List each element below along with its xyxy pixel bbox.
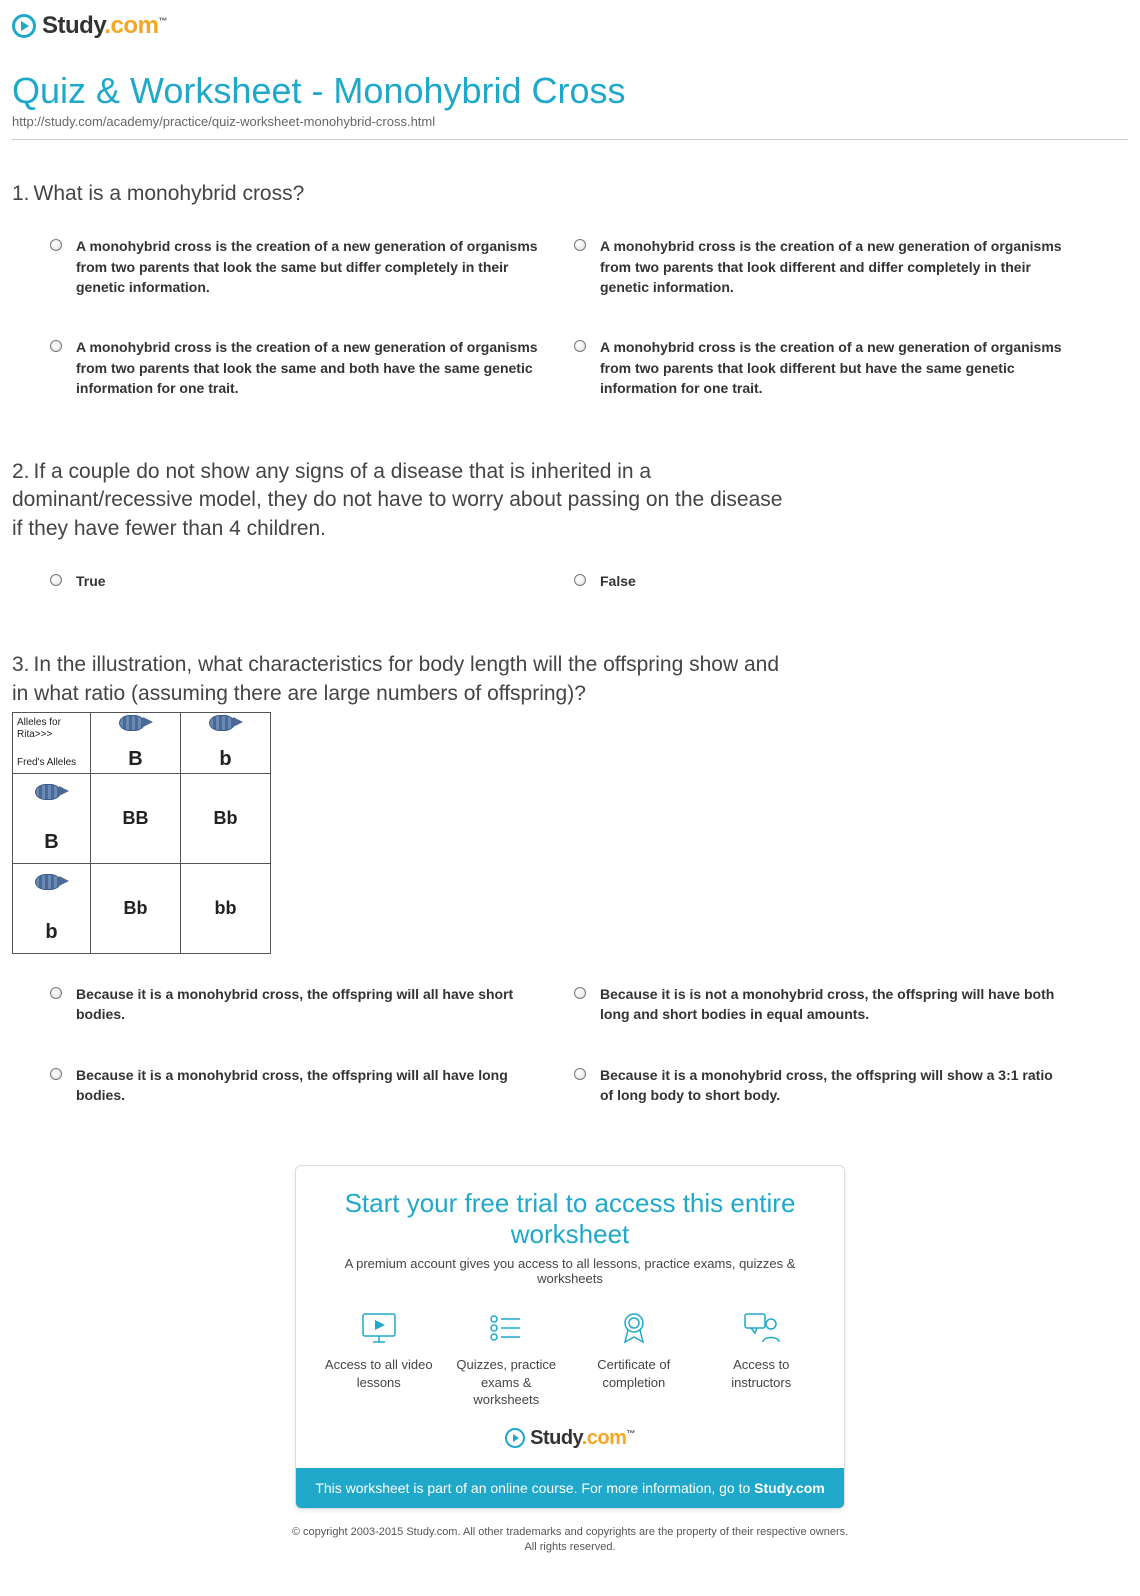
page-url: http://study.com/academy/practice/quiz-w… [12, 114, 1128, 129]
radio-icon [574, 239, 586, 251]
divider [12, 139, 1128, 140]
radio-icon [50, 987, 62, 999]
radio-icon [574, 1068, 586, 1080]
radio-icon [574, 574, 586, 586]
feature-video-lessons: Access to all video lessons [320, 1310, 438, 1409]
question-1: 1.What is a monohybrid cross? A monohybr… [12, 180, 1128, 398]
radio-icon [50, 340, 62, 352]
q3-option-d[interactable]: Because it is a monohybrid cross, the of… [574, 1065, 1068, 1106]
punnett-row-B: B [13, 774, 91, 864]
q3-option-a[interactable]: Because it is a monohybrid cross, the of… [50, 984, 544, 1025]
option-label: Because it is a monohybrid cross, the of… [76, 984, 544, 1025]
punnett-cell: Bb [181, 774, 271, 864]
punnett-cell: Bb [91, 864, 181, 954]
option-label: Because it is is not a monohybrid cross,… [600, 984, 1068, 1025]
punnett-cell: BB [91, 774, 181, 864]
option-label: Because it is a monohybrid cross, the of… [76, 1065, 544, 1106]
site-logo: Study.com™ [12, 12, 1128, 40]
fish-icon [209, 715, 243, 729]
q1-option-a[interactable]: A monohybrid cross is the creation of a … [50, 236, 544, 297]
instructor-icon [741, 1310, 781, 1346]
fish-icon [35, 784, 69, 798]
question-text: 3.In the illustration, what characterist… [12, 651, 792, 708]
play-icon [505, 1428, 525, 1448]
question-text: 1.What is a monohybrid cross? [12, 180, 792, 208]
cta-subtitle: A premium account gives you access to al… [320, 1256, 820, 1286]
punnett-row-b: b [13, 864, 91, 954]
radio-icon [50, 1068, 62, 1080]
cta-card: Start your free trial to access this ent… [295, 1165, 845, 1509]
cta-title: Start your free trial to access this ent… [320, 1188, 820, 1250]
radio-icon [50, 574, 62, 586]
feature-label: Certificate of completion [575, 1356, 693, 1391]
q2-option-false[interactable]: False [574, 571, 1068, 591]
option-label: A monohybrid cross is the creation of a … [600, 236, 1068, 297]
feature-label: Access to instructors [703, 1356, 821, 1391]
radio-icon [574, 987, 586, 999]
option-label: True [76, 571, 106, 591]
feature-quizzes: Quizzes, practice exams & worksheets [448, 1310, 566, 1409]
option-label: Because it is a monohybrid cross, the of… [600, 1065, 1068, 1106]
q3-option-c[interactable]: Because it is a monohybrid cross, the of… [50, 1065, 544, 1106]
logo-text: Study.com™ [530, 1427, 635, 1450]
punnett-square: Alleles for Rita>>> Fred's Alleles B b B [12, 712, 271, 954]
monitor-play-icon [359, 1310, 399, 1346]
copyright: © copyright 2003-2015 Study.com. All oth… [12, 1525, 1128, 1556]
feature-instructors: Access to instructors [703, 1310, 821, 1409]
q1-option-d[interactable]: A monohybrid cross is the creation of a … [574, 337, 1068, 398]
option-label: A monohybrid cross is the creation of a … [76, 337, 544, 398]
q2-option-true[interactable]: True [50, 571, 544, 591]
q1-option-c[interactable]: A monohybrid cross is the creation of a … [50, 337, 544, 398]
cta-bar[interactable]: This worksheet is part of an online cour… [296, 1468, 844, 1508]
option-label: A monohybrid cross is the creation of a … [600, 337, 1068, 398]
logo-text: Study.com™ [42, 12, 167, 40]
punnett-col-B: B [91, 713, 181, 774]
q1-option-b[interactable]: A monohybrid cross is the creation of a … [574, 236, 1068, 297]
punnett-col-b: b [181, 713, 271, 774]
fish-icon [119, 715, 153, 729]
question-2: 2.If a couple do not show any signs of a… [12, 458, 1128, 591]
play-icon [12, 14, 36, 38]
radio-icon [50, 239, 62, 251]
page-title: Quiz & Worksheet - Monohybrid Cross [12, 70, 1128, 112]
question-text: 2.If a couple do not show any signs of a… [12, 458, 792, 543]
option-label: A monohybrid cross is the creation of a … [76, 236, 544, 297]
option-label: False [600, 571, 636, 591]
cta-bar-link: Study.com [754, 1480, 825, 1496]
punnett-cell: bb [181, 864, 271, 954]
punnett-corner: Alleles for Rita>>> Fred's Alleles [13, 713, 91, 774]
feature-label: Quizzes, practice exams & worksheets [448, 1356, 566, 1409]
feature-certificate: Certificate of completion [575, 1310, 693, 1409]
feature-label: Access to all video lessons [320, 1356, 438, 1391]
cta-bar-text: This worksheet is part of an online cour… [315, 1480, 754, 1496]
fish-icon [35, 874, 69, 888]
radio-icon [574, 340, 586, 352]
q3-option-b[interactable]: Because it is is not a monohybrid cross,… [574, 984, 1068, 1025]
question-3: 3.In the illustration, what characterist… [12, 651, 1128, 1105]
list-check-icon [486, 1310, 526, 1346]
cta-logo: Study.com™ [320, 1427, 820, 1450]
ribbon-icon [614, 1310, 654, 1346]
